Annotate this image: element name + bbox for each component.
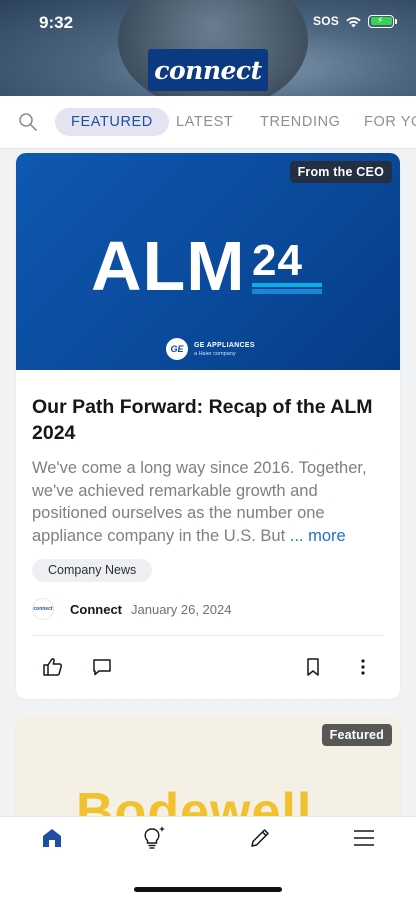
post-hero-image[interactable]: From the CEO ALM 24 GE GE APPLIANCES a H… [16,153,400,370]
home-indicator[interactable] [134,887,282,892]
hero-brand-sub: a Haier company [194,351,236,357]
avatar[interactable]: connect [32,598,54,620]
hero-title: ALM [91,227,246,305]
menu-icon[interactable] [351,825,377,851]
tab-featured[interactable]: FEATURED [55,108,169,136]
tag-chip[interactable]: Company News [32,559,153,582]
tab-for-you[interactable]: FOR YO [364,108,416,136]
hero-number: 24 [252,236,303,285]
app-header: 9:32 SOS ⚡ connect [0,0,416,96]
category-badge: Featured [321,724,392,746]
carrier-label: SOS [313,14,339,28]
comment-icon[interactable] [90,655,114,679]
hero-underline-bottom [252,289,322,294]
hero-brand: GE APPLIANCES [194,342,255,349]
edit-icon[interactable] [247,825,273,851]
author-name[interactable]: Connect [70,602,122,617]
search-icon[interactable] [18,112,38,132]
post-excerpt: We've come a long way since 2016. Togeth… [32,457,388,547]
post-card[interactable]: From the CEO ALM 24 GE GE APPLIANCES a H… [16,153,400,699]
tab-latest[interactable]: LATEST [176,108,233,136]
status-indicators: SOS ⚡ [313,14,397,28]
status-time: 9:32 [39,13,74,32]
wifi-icon [346,16,361,27]
bottom-navigation [0,816,416,900]
logo-text: connect [154,55,262,85]
divider [32,635,384,636]
hero-underline-top [252,283,322,287]
battery-icon: ⚡ [368,14,397,28]
avatar-text: connect [33,606,53,612]
like-icon[interactable] [41,655,65,679]
post-title[interactable]: Our Path Forward: Recap of the ALM 2024 [32,394,382,446]
app-logo: connect [148,49,268,91]
home-icon[interactable] [39,825,65,851]
more-link[interactable]: ... more [290,527,346,545]
bookmark-icon[interactable] [301,655,325,679]
ideas-icon[interactable] [141,825,167,851]
ge-logo-icon: GE [166,338,188,360]
post-card[interactable]: Featured Bodewell [16,716,400,826]
tab-trending[interactable]: TRENDING [260,108,341,136]
author-row: connect Connect January 26, 2024 [32,598,231,620]
post-date: January 26, 2024 [131,601,232,617]
more-vertical-icon[interactable] [351,655,375,679]
tab-bar: FEATURED LATEST TRENDING FOR YO [0,96,416,149]
category-badge: From the CEO [289,161,392,183]
